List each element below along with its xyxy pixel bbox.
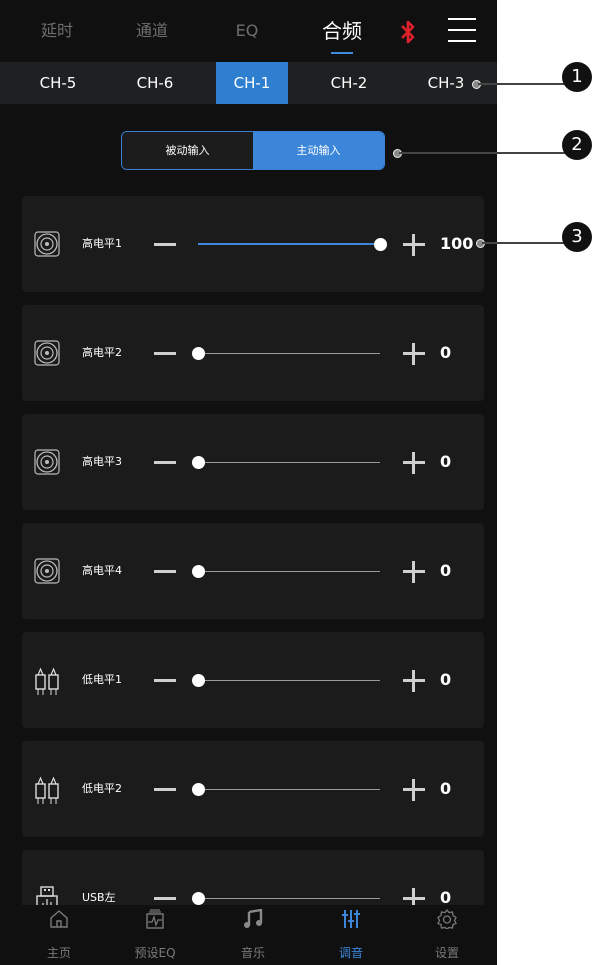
speaker-icon: [34, 449, 60, 475]
nav-settings[interactable]: 设置: [402, 905, 492, 965]
level-slider-card: 高电平4 0: [22, 523, 484, 619]
music-icon: [244, 909, 263, 928]
increase-button-vertical[interactable]: [412, 343, 415, 365]
tab-delay[interactable]: 延时: [22, 16, 92, 46]
speaker-icon: [34, 340, 60, 366]
level-slider-knob[interactable]: [192, 783, 205, 796]
level-slider-track[interactable]: [192, 783, 380, 796]
level-label: USB左: [82, 891, 116, 904]
increase-button-vertical[interactable]: [412, 452, 415, 474]
home-icon: [50, 910, 68, 928]
decrease-button[interactable]: [154, 788, 176, 791]
preset-eq-icon: [146, 909, 164, 929]
level-slider-fill: [198, 243, 380, 245]
level-slider-track[interactable]: [192, 892, 380, 905]
level-label: 高电平4: [82, 564, 122, 577]
level-slider-knob[interactable]: [192, 565, 205, 578]
active-input-option[interactable]: 主动输入: [253, 132, 384, 169]
level-slider-knob[interactable]: [192, 456, 205, 469]
speaker-icon: [34, 558, 60, 584]
level-label: 低电平1: [82, 673, 122, 686]
level-slider-knob[interactable]: [192, 674, 205, 687]
input-mode-toggle: 被动输入 主动输入: [121, 131, 385, 170]
callout-badge-2: 2: [562, 130, 592, 160]
level-value: 0: [440, 670, 452, 689]
level-slider-track[interactable]: [192, 347, 380, 360]
level-slider-card: 高电平3 0: [22, 414, 484, 510]
decrease-button[interactable]: [154, 570, 176, 573]
decrease-button[interactable]: [154, 243, 176, 246]
active-tab-underline: [331, 52, 353, 54]
level-slider-knob[interactable]: [192, 347, 205, 360]
increase-button-vertical[interactable]: [412, 670, 415, 692]
increase-button-vertical[interactable]: [412, 561, 415, 583]
settings-icon: [437, 909, 457, 929]
level-slider-card: 高电平2 0: [22, 305, 484, 401]
bluetooth-icon[interactable]: [398, 18, 418, 52]
level-label: 高电平1: [82, 237, 122, 250]
level-label: 高电平3: [82, 455, 122, 468]
nav-home[interactable]: 主页: [14, 905, 104, 965]
level-slider-knob[interactable]: [374, 238, 387, 251]
channel-ch-5[interactable]: CH-5: [22, 62, 94, 104]
nav-preset-eq-label: 预设EQ: [134, 946, 176, 960]
level-slider-knob[interactable]: [192, 892, 205, 905]
nav-settings-label: 设置: [434, 946, 459, 960]
callout-line-1: [478, 83, 565, 85]
mixer-icon: [342, 910, 360, 928]
channel-selector: CH-5 CH-6 CH-1 CH-2 CH-3: [0, 62, 497, 104]
level-slider-track[interactable]: [192, 565, 380, 578]
tab-channel[interactable]: 通道: [117, 16, 187, 46]
decrease-button[interactable]: [154, 352, 176, 355]
decrease-button[interactable]: [154, 897, 176, 900]
decrease-button[interactable]: [154, 679, 176, 682]
passive-input-option[interactable]: 被动输入: [122, 132, 253, 169]
channel-ch-6[interactable]: CH-6: [119, 62, 191, 104]
level-slider-card: 低电平2 0: [22, 741, 484, 837]
channel-ch-1[interactable]: CH-1: [216, 62, 288, 104]
level-slider-track[interactable]: [192, 674, 380, 687]
level-value: 0: [440, 343, 452, 362]
level-slider-card: 低电平1 0: [22, 632, 484, 728]
increase-button-vertical[interactable]: [412, 234, 415, 256]
increase-button-vertical[interactable]: [412, 779, 415, 801]
bottom-navigation: 主页 预设EQ 音乐 调音 设置: [0, 905, 497, 965]
speaker-icon: [34, 231, 60, 257]
top-tab-bar: 延时 通道 EQ 合频: [0, 0, 497, 60]
menu-icon[interactable]: [448, 18, 476, 42]
nav-music-label: 音乐: [240, 946, 265, 960]
nav-preset-eq[interactable]: 预设EQ: [110, 905, 200, 965]
rca-plug-icon: [34, 667, 60, 695]
level-label: 高电平2: [82, 346, 122, 359]
callout-badge-1: 1: [562, 62, 592, 92]
nav-tuning-label: 调音: [338, 946, 363, 960]
nav-home-label: 主页: [46, 946, 71, 960]
app-screen: 延时 通道 EQ 合频 CH-5 CH-6 CH-1 CH-2 CH-3 被动输…: [0, 0, 497, 965]
callout-line-3: [482, 242, 565, 244]
tab-eq[interactable]: EQ: [212, 16, 282, 46]
level-slider-card: 高电平1 100: [22, 196, 484, 292]
rca-plug-icon: [34, 776, 60, 804]
level-slider-track[interactable]: [198, 238, 387, 251]
tab-crossover[interactable]: 合频: [307, 16, 377, 54]
nav-tuning[interactable]: 调音: [306, 905, 396, 965]
level-value: 0: [440, 452, 452, 471]
level-value: 0: [440, 561, 452, 580]
callout-badge-3: 3: [562, 222, 592, 252]
callout-line-2: [399, 152, 565, 154]
channel-ch-2[interactable]: CH-2: [313, 62, 385, 104]
level-slider-track[interactable]: [192, 456, 380, 469]
nav-music[interactable]: 音乐: [208, 905, 298, 965]
level-label: 低电平2: [82, 782, 122, 795]
decrease-button[interactable]: [154, 461, 176, 464]
level-value: 100: [440, 234, 474, 253]
level-value: 0: [440, 779, 452, 798]
